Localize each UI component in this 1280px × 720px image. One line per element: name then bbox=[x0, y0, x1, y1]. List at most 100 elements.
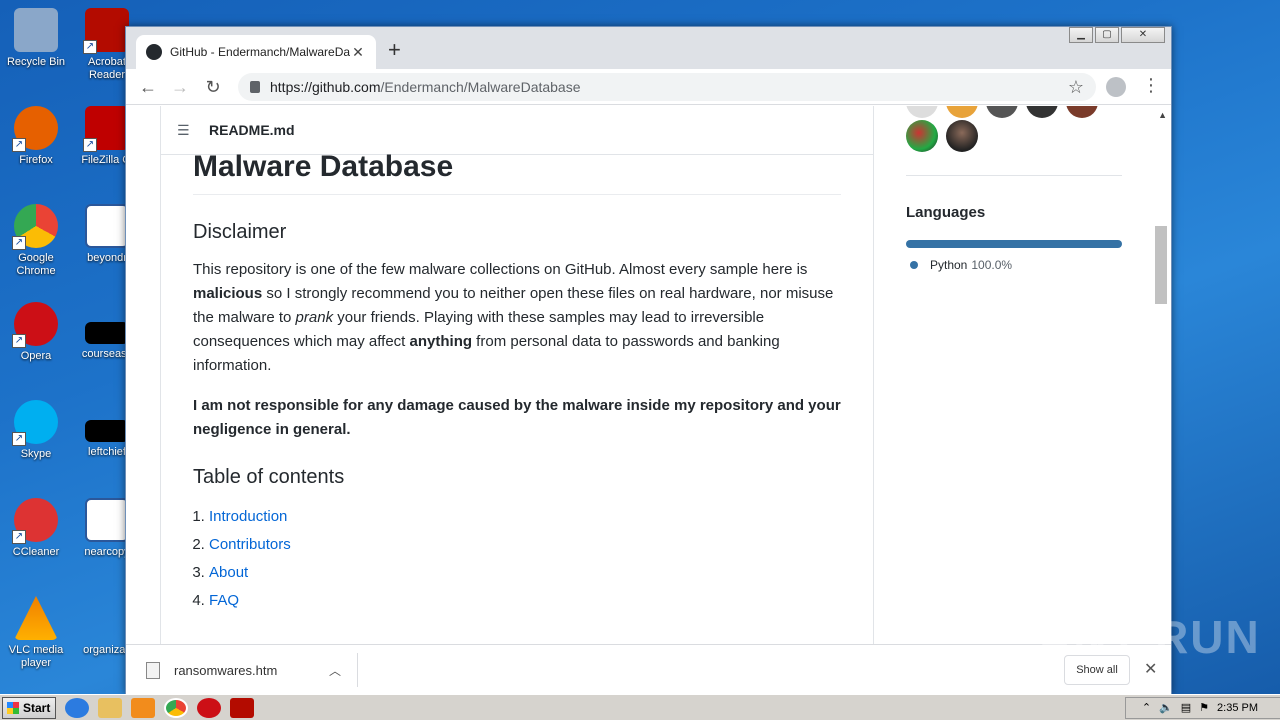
scroll-up-arrow-icon[interactable]: ▲ bbox=[1158, 110, 1167, 120]
shortcut-arrow-icon: ↗ bbox=[12, 334, 26, 348]
vlc-icon bbox=[14, 596, 58, 640]
start-button[interactable]: Start bbox=[2, 696, 56, 719]
toc-link-about[interactable]: About bbox=[209, 564, 248, 581]
toc-link-contributors[interactable]: Contributors bbox=[209, 536, 291, 553]
ccleaner-icon: ↗ bbox=[12, 498, 58, 544]
desktop-icon-chrome[interactable]: ↗ Google Chrome bbox=[1, 204, 71, 278]
desktop-icon-opera[interactable]: ↗ Opera bbox=[1, 302, 71, 363]
action-center-flag-icon[interactable]: ⚑ bbox=[1199, 701, 1209, 714]
contributor-avatar[interactable] bbox=[1026, 106, 1058, 118]
contributor-avatar[interactable] bbox=[906, 120, 938, 152]
shortcut-arrow-icon: ↗ bbox=[12, 432, 26, 446]
language-percent: 100.0% bbox=[971, 258, 1013, 272]
page-title: Malware Database bbox=[193, 150, 841, 195]
contributor-avatar[interactable] bbox=[946, 106, 978, 118]
download-shelf: ransomwares.htm ︿ Show all ✕ bbox=[126, 644, 1171, 694]
taskbar: Start ⌃ 🔈 ▤ ⚑ 2:35 PM bbox=[0, 694, 1280, 720]
italic-text: prank bbox=[295, 309, 334, 326]
chrome-taskbar-icon[interactable] bbox=[164, 697, 188, 718]
browser-toolbar: ← → ↻ https://github.com /Endermanch/Mal… bbox=[126, 69, 1171, 105]
lock-icon bbox=[250, 81, 260, 93]
desktop-icon-vlc[interactable]: VLC media player bbox=[1, 596, 71, 670]
profile-avatar-icon[interactable] bbox=[1106, 77, 1126, 97]
toc-link-introduction[interactable]: Introduction bbox=[209, 508, 287, 525]
desktop-icon-label: Firefox bbox=[19, 154, 53, 166]
tab-close-icon[interactable]: ✕ bbox=[350, 44, 366, 61]
reload-icon[interactable]: ↻ bbox=[201, 75, 225, 99]
word-document-icon bbox=[85, 498, 129, 542]
start-label: Start bbox=[23, 700, 51, 715]
kebab-menu-icon[interactable]: ⋮ bbox=[1142, 75, 1160, 96]
maximize-button[interactable]: ▢ bbox=[1095, 27, 1119, 43]
system-tray: ⌃ 🔈 ▤ ⚑ 2:35 PM bbox=[1124, 696, 1280, 719]
page-content: ☰ README.md Malware Database Disclaimer … bbox=[126, 106, 1171, 644]
address-bar[interactable]: https://github.com /Endermanch/MalwareDa… bbox=[238, 73, 1096, 101]
language-item[interactable]: Python 100.0% bbox=[910, 258, 1012, 272]
desktop-icon-label: Opera bbox=[20, 350, 52, 362]
toc-item: Contributors bbox=[209, 531, 841, 559]
media-player-icon[interactable] bbox=[131, 697, 155, 718]
volume-icon[interactable]: 🔈 bbox=[1159, 701, 1173, 714]
shortcut-arrow-icon: ↗ bbox=[12, 530, 26, 544]
file-icon bbox=[85, 596, 129, 640]
bold-text: malicious bbox=[193, 285, 263, 302]
desktop-icon-skype[interactable]: ↗ Skype bbox=[1, 400, 71, 461]
forward-arrow-icon[interactable]: → bbox=[168, 75, 192, 99]
show-hidden-icons-icon[interactable]: ⌃ bbox=[1142, 701, 1151, 714]
acrobat-taskbar-icon[interactable] bbox=[230, 697, 254, 718]
network-icon[interactable]: ▤ bbox=[1181, 701, 1191, 714]
text-span: This repository is one of the few malwar… bbox=[193, 261, 808, 278]
download-item[interactable]: ransomwares.htm ︿ bbox=[146, 653, 358, 687]
bookmark-star-icon[interactable]: ☆ bbox=[1068, 77, 1084, 98]
desktop-icon-recycle-bin[interactable]: Recycle Bin bbox=[1, 8, 71, 69]
toc-list: Introduction Contributors About FAQ bbox=[209, 503, 841, 615]
clock[interactable]: 2:35 PM bbox=[1217, 702, 1258, 714]
new-tab-button[interactable]: + bbox=[388, 37, 401, 63]
browser-window: GitHub - Endermanch/MalwareDatab ✕ + ▁ ▢… bbox=[125, 26, 1172, 694]
skype-icon: ↗ bbox=[12, 400, 58, 446]
toc-item: Introduction bbox=[209, 503, 841, 531]
tab-github[interactable]: GitHub - Endermanch/MalwareDatab ✕ bbox=[136, 35, 376, 69]
desktop-icon-label: VLC media player bbox=[8, 644, 64, 669]
desktop-icon-label: Recycle Bin bbox=[6, 56, 66, 68]
contributor-avatar[interactable] bbox=[906, 106, 938, 118]
desktop-icon-label: Google Chrome bbox=[16, 252, 56, 277]
readme-header: ☰ README.md bbox=[161, 106, 873, 155]
contributor-avatar[interactable] bbox=[946, 120, 978, 152]
chevron-up-icon[interactable]: ︿ bbox=[329, 662, 341, 679]
url-path: /Endermanch/MalwareDatabase bbox=[380, 79, 581, 95]
shortcut-arrow-icon: ↗ bbox=[83, 40, 97, 54]
disclaimer-paragraph: This repository is one of the few malwar… bbox=[193, 258, 841, 378]
url-domain: https://github.com bbox=[270, 79, 381, 95]
desktop-icon-firefox[interactable]: ↗ Firefox bbox=[1, 106, 71, 167]
opera-icon: ↗ bbox=[12, 302, 58, 348]
desktop-icon-ccleaner[interactable]: ↗ CCleaner bbox=[1, 498, 71, 559]
minimize-button[interactable]: ▁ bbox=[1069, 27, 1093, 43]
window-controls: ▁ ▢ ✕ bbox=[1067, 27, 1165, 43]
readme-panel: ☰ README.md Malware Database Disclaimer … bbox=[160, 106, 874, 644]
scrollbar-thumb[interactable] bbox=[1155, 226, 1167, 304]
folder-icon[interactable] bbox=[98, 697, 122, 718]
file-icon bbox=[85, 420, 129, 442]
responsibility-paragraph: I am not responsible for any damage caus… bbox=[193, 394, 841, 442]
acrobat-icon: ↗ bbox=[83, 8, 129, 54]
language-color-dot bbox=[910, 261, 918, 269]
shortcut-arrow-icon: ↗ bbox=[12, 236, 26, 250]
windows-logo-icon bbox=[7, 701, 19, 714]
toc-heading: Table of contents bbox=[193, 466, 345, 488]
list-icon[interactable]: ☰ bbox=[177, 122, 193, 139]
toc-item: FAQ bbox=[209, 587, 841, 615]
watermark-logo: ANY RUN bbox=[1038, 611, 1261, 663]
tab-strip: GitHub - Endermanch/MalwareDatab ✕ + ▁ ▢… bbox=[126, 27, 1171, 69]
back-arrow-icon[interactable]: ← bbox=[136, 75, 160, 99]
shortcut-arrow-icon: ↗ bbox=[83, 138, 97, 152]
opera-taskbar-icon[interactable] bbox=[197, 697, 221, 718]
contributor-avatar[interactable] bbox=[1066, 106, 1098, 118]
toc-link-faq[interactable]: FAQ bbox=[209, 592, 239, 609]
tab-title: GitHub - Endermanch/MalwareDatab bbox=[170, 45, 350, 59]
close-button[interactable]: ✕ bbox=[1121, 27, 1165, 43]
ie-icon[interactable] bbox=[65, 697, 89, 718]
language-bar bbox=[906, 240, 1122, 248]
contributor-avatar[interactable] bbox=[986, 106, 1018, 118]
desktop-icon-label: CCleaner bbox=[12, 546, 60, 558]
